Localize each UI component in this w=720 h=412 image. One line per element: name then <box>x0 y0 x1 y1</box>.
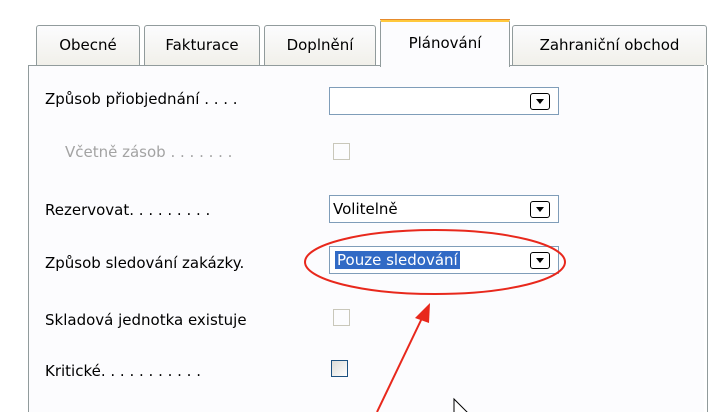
tab-label: Zahraniční obchod <box>539 36 680 54</box>
tab-strip: Obecné Fakturace Doplnění Plánování Zahr… <box>0 0 720 70</box>
skladova-jednotka-label: Skladová jednotka existuje <box>45 311 247 329</box>
panel-border <box>707 65 708 412</box>
tab-label: Obecné <box>59 36 117 54</box>
combo-value: Volitelně <box>333 200 398 218</box>
vcetne-zasob-label: Včetně zásob . . . . . . . <box>65 143 233 161</box>
tab-label: Fakturace <box>165 36 239 54</box>
combo-value-selected: Pouze sledování <box>335 251 460 269</box>
kriticke-checkbox[interactable] <box>331 360 348 377</box>
vcetne-zasob-checkbox <box>333 143 350 160</box>
zpusob-priobjednani-combo[interactable] <box>329 87 559 115</box>
chevron-down-icon[interactable] <box>530 252 550 269</box>
skladova-jednotka-checkbox <box>333 309 350 326</box>
tab-label: Doplnění <box>286 36 354 54</box>
tab-obecne[interactable]: Obecné <box>36 25 140 65</box>
kriticke-label: Kritické. . . . . . . . . . . <box>45 362 201 380</box>
form-window: Obecné Fakturace Doplnění Plánování Zahr… <box>0 0 720 412</box>
zpusob-priobjednani-label: Způsob přiobjednání . . . . <box>45 90 238 108</box>
tab-zahranicni-obchod[interactable]: Zahraniční obchod <box>512 25 707 65</box>
zpusob-sledovani-combo[interactable]: Pouze sledování <box>329 246 559 274</box>
chevron-down-icon[interactable] <box>530 201 550 218</box>
chevron-down-icon[interactable] <box>530 93 550 110</box>
tab-fakturace[interactable]: Fakturace <box>144 25 260 65</box>
tab-planovani[interactable]: Plánování <box>380 19 510 67</box>
tab-label: Plánování <box>408 34 482 52</box>
tab-doplneni[interactable]: Doplnění <box>264 25 376 65</box>
zpusob-sledovani-label: Způsob sledování zakázky. <box>45 254 245 272</box>
tab-panel <box>28 65 720 412</box>
rezervovat-label: Rezervovat. . . . . . . . . <box>45 201 211 219</box>
rezervovat-combo[interactable]: Volitelně <box>329 195 559 223</box>
